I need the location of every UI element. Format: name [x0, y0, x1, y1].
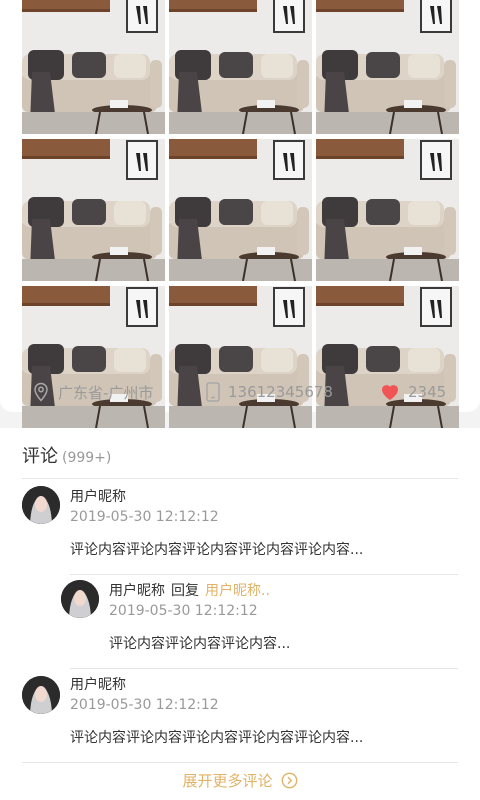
comment-time: 2019-05-30 12:12:12 [109, 603, 258, 619]
avatar[interactable] [22, 676, 60, 714]
comment-item[interactable]: 用户昵称 2019-05-30 12:12:12 评论内容评论内容评论内容评论内… [0, 478, 480, 574]
photo-thumbnail[interactable] [169, 0, 312, 134]
comment-username[interactable]: 用户昵称 [70, 486, 126, 506]
reply-header: 用户昵称 回复 用户昵称.. [109, 580, 270, 600]
like-info[interactable]: 2345 [380, 372, 446, 412]
reply-target-username[interactable]: 用户昵称.. [205, 583, 270, 599]
comments-title: 评论 [22, 446, 58, 467]
avatar[interactable] [22, 486, 60, 524]
comment-time: 2019-05-30 12:12:12 [70, 697, 219, 713]
photo-thumbnail[interactable] [169, 139, 312, 281]
comment-item[interactable]: 用户昵称 2019-05-30 12:12:12 评论内容评论内容评论内容评论内… [0, 668, 480, 762]
comment-text: 评论内容评论内容评论内容评论内容评论内容... [70, 542, 364, 558]
location-info[interactable]: 广东省-广州市 [32, 372, 153, 412]
comment-text: 评论内容评论内容评论内容... [109, 636, 291, 652]
post-card: 广东省-广州市 13612345678 2345 [0, 0, 480, 428]
comment-username[interactable]: 用户昵称 [109, 583, 165, 599]
like-count: 2345 [408, 383, 447, 401]
photo-thumbnail[interactable] [22, 0, 165, 134]
comment-text: 评论内容评论内容评论内容评论内容评论内容... [70, 730, 364, 746]
chevron-right-circle-icon [281, 772, 298, 789]
phone-text: 13612345678 [228, 383, 333, 401]
divider [22, 762, 458, 763]
location-text: 广东省-广州市 [58, 383, 154, 402]
photo-thumbnail[interactable] [316, 139, 459, 281]
expand-more-comments-button[interactable]: 展开更多评论 [0, 770, 480, 791]
reply-label: 回复 [171, 583, 199, 599]
photo-thumbnail[interactable] [316, 0, 459, 134]
comments-count: (999+) [62, 450, 112, 466]
reply-comment-item[interactable]: 用户昵称 回复 用户昵称.. 2019-05-30 12:12:12 评论内容评论内… [0, 574, 480, 668]
expand-more-label: 展开更多评论 [182, 772, 273, 790]
phone-icon [206, 382, 220, 402]
comment-time: 2019-05-30 12:12:12 [70, 509, 219, 525]
avatar[interactable] [61, 580, 99, 618]
comments-header: 评论 (999+) [22, 442, 111, 468]
photo-thumbnail[interactable] [22, 139, 165, 281]
heart-icon[interactable] [380, 383, 400, 401]
comment-username[interactable]: 用户昵称 [70, 674, 126, 694]
phone-info[interactable]: 13612345678 [206, 372, 333, 412]
post-info-row: 广东省-广州市 13612345678 2345 [0, 372, 480, 412]
comments-section: 评论 (999+) 用户昵称 2019-05-30 12:12:12 评论内容评论… [0, 428, 480, 800]
location-pin-icon [32, 382, 50, 402]
